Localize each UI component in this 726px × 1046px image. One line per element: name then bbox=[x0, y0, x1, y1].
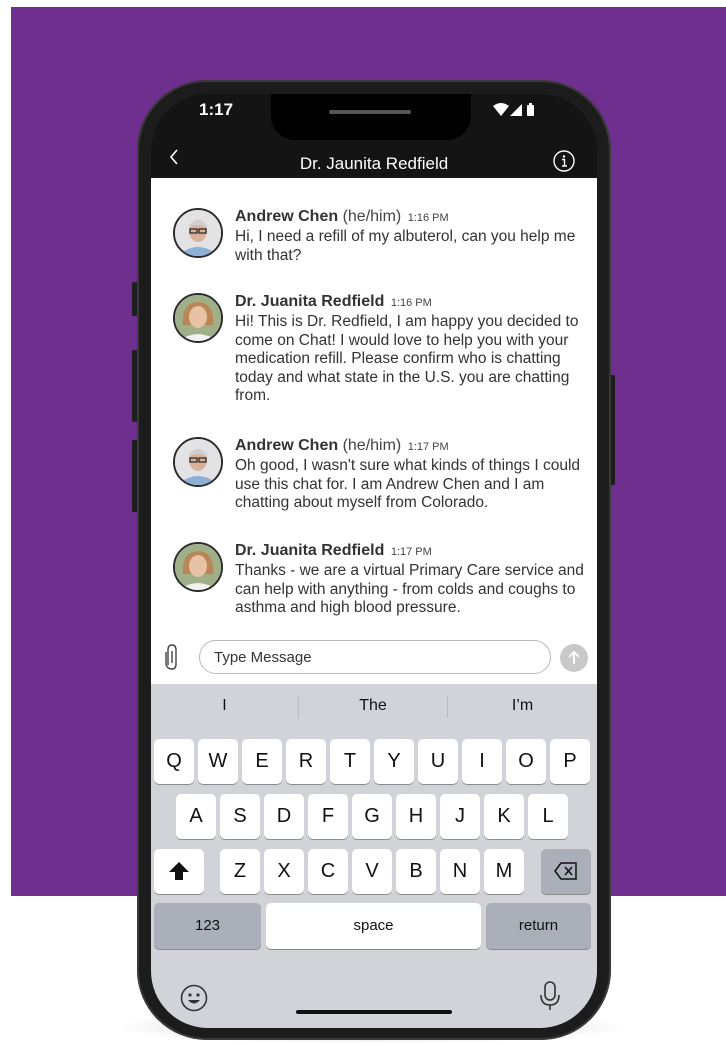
shift-icon bbox=[169, 862, 189, 880]
status-bar: 1:17 bbox=[151, 94, 597, 144]
paperclip-icon[interactable] bbox=[163, 643, 181, 671]
key-g[interactable]: G bbox=[352, 794, 392, 839]
key-o[interactable]: O bbox=[506, 739, 546, 784]
key-t[interactable]: T bbox=[330, 739, 370, 784]
keyboard: I The I’m Q W E R T Y U I O P A S D F G … bbox=[151, 684, 597, 1028]
sender-name: Andrew Chen bbox=[235, 437, 339, 454]
message-header: Dr. Juanita Redfield 1:17 PM bbox=[235, 542, 585, 561]
sender-pronouns: (he/him) bbox=[338, 437, 402, 454]
key-c[interactable]: C bbox=[308, 849, 348, 894]
message-body: Dr. Juanita Redfield 1:16 PM Hi! This is… bbox=[235, 293, 585, 406]
battery-icon bbox=[527, 103, 534, 116]
chat-area[interactable]: Andrew Chen (he/him) 1:16 PM Hi, I need … bbox=[151, 178, 597, 638]
key-l[interactable]: L bbox=[528, 794, 568, 839]
sender-pronouns: (he/him) bbox=[338, 208, 402, 225]
sender-name: Andrew Chen bbox=[235, 208, 339, 225]
send-button[interactable] bbox=[560, 644, 588, 672]
message-body: Andrew Chen (he/him) 1:17 PM Oh good, I … bbox=[235, 437, 585, 513]
key-y[interactable]: Y bbox=[374, 739, 414, 784]
message-header: Andrew Chen (he/him) 1:17 PM bbox=[235, 437, 585, 456]
message-text: Hi, I need a refill of my albuterol, can… bbox=[235, 228, 576, 264]
sender-name: Dr. Juanita Redfield bbox=[235, 542, 385, 559]
key-e[interactable]: E bbox=[242, 739, 282, 784]
key-j[interactable]: J bbox=[440, 794, 480, 839]
speaker-grille bbox=[329, 110, 411, 114]
suggestion-1[interactable]: I bbox=[151, 684, 298, 728]
key-d[interactable]: D bbox=[264, 794, 304, 839]
key-f[interactable]: F bbox=[308, 794, 348, 839]
microphone-icon[interactable] bbox=[539, 980, 561, 1012]
message-header: Andrew Chen (he/him) 1:16 PM bbox=[235, 208, 585, 227]
message-header: Dr. Juanita Redfield 1:16 PM bbox=[235, 293, 585, 312]
key-h[interactable]: H bbox=[396, 794, 436, 839]
key-i[interactable]: I bbox=[462, 739, 502, 784]
page-title: Dr. Jaunita Redfield bbox=[299, 154, 449, 173]
emoji-icon[interactable] bbox=[180, 984, 208, 1012]
arrow-up-icon bbox=[568, 650, 580, 664]
message-text: Oh good, I wasn't sure what kinds of thi… bbox=[235, 457, 581, 511]
key-p[interactable]: P bbox=[550, 739, 590, 784]
avatar bbox=[173, 293, 223, 343]
shift-key[interactable] bbox=[154, 849, 204, 894]
message-time: 1:17 PM bbox=[390, 546, 432, 558]
message-body: Dr. Juanita Redfield 1:17 PM Thanks - we… bbox=[235, 542, 585, 618]
message-input-bar bbox=[151, 634, 597, 684]
delete-key[interactable] bbox=[541, 849, 591, 894]
key-z[interactable]: Z bbox=[220, 849, 260, 894]
space-key[interactable]: space bbox=[266, 903, 481, 949]
key-r[interactable]: R bbox=[286, 739, 326, 784]
key-a[interactable]: A bbox=[176, 794, 216, 839]
suggestion-2[interactable]: The bbox=[299, 684, 447, 728]
home-indicator[interactable] bbox=[296, 1010, 452, 1014]
avatar bbox=[173, 437, 223, 487]
info-icon[interactable] bbox=[553, 150, 575, 172]
key-n[interactable]: N bbox=[440, 849, 480, 894]
key-x[interactable]: X bbox=[264, 849, 304, 894]
wifi-icon bbox=[493, 103, 509, 116]
message-time: 1:16 PM bbox=[407, 212, 449, 224]
message-input[interactable] bbox=[199, 640, 551, 674]
sender-name: Dr. Juanita Redfield bbox=[235, 293, 385, 310]
key-m[interactable]: M bbox=[484, 849, 524, 894]
backspace-icon bbox=[554, 862, 577, 880]
key-k[interactable]: K bbox=[484, 794, 524, 839]
keyboard-suggestions: I The I’m bbox=[151, 684, 597, 728]
signal-icon bbox=[510, 104, 522, 116]
key-u[interactable]: U bbox=[418, 739, 458, 784]
return-key[interactable]: return bbox=[486, 903, 591, 949]
message-body: Andrew Chen (he/him) 1:16 PM Hi, I need … bbox=[235, 208, 585, 265]
suggestion-3[interactable]: I’m bbox=[448, 684, 597, 728]
key-q[interactable]: Q bbox=[154, 739, 194, 784]
message-time: 1:17 PM bbox=[407, 441, 449, 453]
message-text: Thanks - we are a virtual Primary Care s… bbox=[235, 562, 584, 616]
status-time: 1:17 bbox=[199, 100, 234, 119]
message-time: 1:16 PM bbox=[390, 297, 432, 309]
status-icons bbox=[493, 103, 534, 116]
key-w[interactable]: W bbox=[198, 739, 238, 784]
message-text: Hi! This is Dr. Redfield, I am happy you… bbox=[235, 313, 579, 404]
avatar bbox=[173, 208, 223, 258]
numbers-key[interactable]: 123 bbox=[154, 903, 261, 949]
notch bbox=[271, 94, 471, 140]
phone-frame: 1:17 Dr. Jaunita Redfield Andrew Chen (h… bbox=[137, 80, 611, 1040]
key-s[interactable]: S bbox=[220, 794, 260, 839]
phone-screen: 1:17 Dr. Jaunita Redfield Andrew Chen (h… bbox=[151, 94, 597, 1028]
key-v[interactable]: V bbox=[352, 849, 392, 894]
key-b[interactable]: B bbox=[396, 849, 436, 894]
avatar bbox=[173, 542, 223, 592]
